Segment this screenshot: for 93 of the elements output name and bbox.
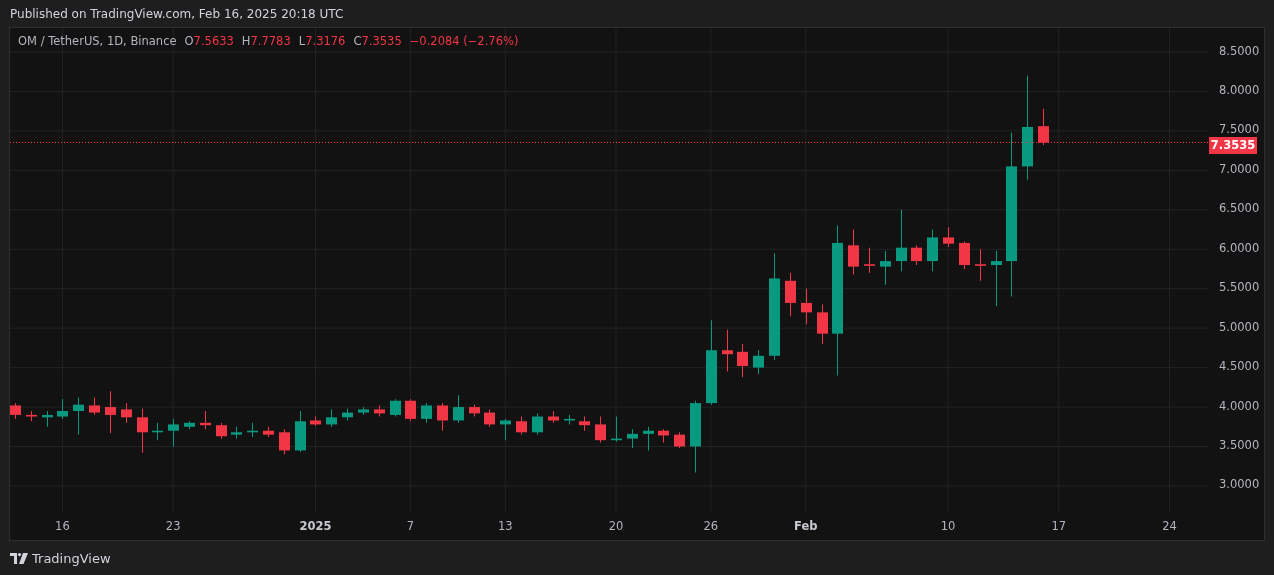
- date-label: 20: [608, 519, 624, 533]
- candle: [89, 397, 100, 416]
- candle: [105, 390, 116, 434]
- candle: [1038, 108, 1049, 146]
- candle: [247, 422, 258, 438]
- candle: [911, 244, 922, 266]
- date-label: Feb: [794, 519, 818, 533]
- candle: [674, 431, 685, 449]
- price-label: 5.0000: [1219, 319, 1260, 334]
- candle: [991, 250, 1002, 307]
- candle: [927, 229, 938, 272]
- date-label: 7: [406, 519, 415, 533]
- candle: [864, 247, 875, 274]
- candle: [880, 250, 891, 286]
- price-label: 8.0000: [1219, 82, 1260, 97]
- candle: [658, 428, 669, 444]
- price-label: 4.0000: [1219, 398, 1260, 413]
- candle: [453, 394, 464, 424]
- candle: [231, 426, 242, 440]
- candle: [57, 398, 68, 420]
- candle: [564, 414, 575, 425]
- price-label: 8.5000: [1219, 43, 1260, 58]
- candle: [737, 343, 748, 378]
- price-label: 6.0000: [1219, 240, 1260, 255]
- candle: [437, 402, 448, 432]
- last-price-tag: 7.3535: [1209, 137, 1257, 155]
- candle: [643, 426, 654, 451]
- date-label: 17: [1051, 519, 1067, 533]
- candle: [611, 416, 622, 443]
- candle: [975, 248, 986, 282]
- candle: [484, 408, 495, 428]
- candle: [152, 422, 163, 441]
- candle: [817, 304, 828, 345]
- publish-info: Published on TradingView.com, Feb 16, 2025 20:18 UTC: [10, 6, 344, 21]
- candle: [26, 410, 37, 422]
- candle: [358, 406, 369, 416]
- candle: [516, 416, 527, 436]
- candle: [295, 410, 306, 453]
- candle: [595, 416, 606, 444]
- date-label: 10: [940, 519, 956, 533]
- price-label: 3.0000: [1219, 477, 1260, 492]
- candle: [342, 408, 353, 421]
- candle: [10, 402, 21, 420]
- price-label: 7.5000: [1219, 122, 1260, 137]
- date-label: 13: [497, 519, 513, 533]
- candle: [785, 272, 796, 317]
- price-label: 3.5000: [1219, 438, 1260, 452]
- date-label: 16: [55, 519, 70, 533]
- candle: [405, 398, 416, 422]
- candle: [137, 408, 148, 454]
- candle: [500, 418, 511, 441]
- candle: [896, 209, 907, 272]
- candle: [627, 428, 638, 449]
- candle: [469, 404, 480, 417]
- price-label: 4.5000: [1219, 359, 1260, 374]
- candle: [943, 226, 954, 248]
- price-label: 6.5000: [1219, 201, 1260, 216]
- logo-icon: [10, 552, 28, 564]
- date-label: 24: [1162, 519, 1177, 533]
- candle: [848, 229, 859, 275]
- candle: [121, 402, 132, 424]
- candle: [801, 288, 812, 325]
- candle: [421, 402, 432, 424]
- date-label: 23: [165, 519, 181, 533]
- brand-name: TradingView: [32, 550, 111, 566]
- candle: [374, 404, 385, 417]
- symbol-title: OM / TetherUS, 1D, Binance: [18, 34, 177, 48]
- price-change: −0.2084 (−2.76%): [409, 34, 519, 48]
- price-label: 5.5000: [1219, 280, 1260, 295]
- candle: [532, 412, 543, 436]
- ohlc-value: C7.3535: [353, 34, 402, 48]
- ohlc-value: O7.5633: [184, 34, 234, 48]
- candle: [279, 428, 290, 455]
- candle: [326, 408, 337, 428]
- ohlc-value: L7.3176: [298, 34, 346, 48]
- candle: [42, 410, 53, 428]
- price-label: 7.0000: [1219, 161, 1260, 176]
- date-label: 2025: [299, 519, 332, 533]
- candle: [200, 410, 211, 430]
- candle: [753, 349, 764, 375]
- candle: [390, 398, 401, 417]
- candle: [263, 426, 274, 438]
- candle: [579, 416, 590, 432]
- candle: [216, 422, 227, 440]
- ohlc-value: H7.7783: [241, 34, 291, 48]
- candle: [959, 240, 970, 270]
- candle: [168, 418, 179, 447]
- candle: [548, 410, 559, 424]
- candle: [722, 329, 733, 373]
- date-label: 26: [703, 519, 719, 533]
- candle: [184, 420, 195, 430]
- candle: [73, 397, 84, 436]
- candle: [310, 416, 321, 427]
